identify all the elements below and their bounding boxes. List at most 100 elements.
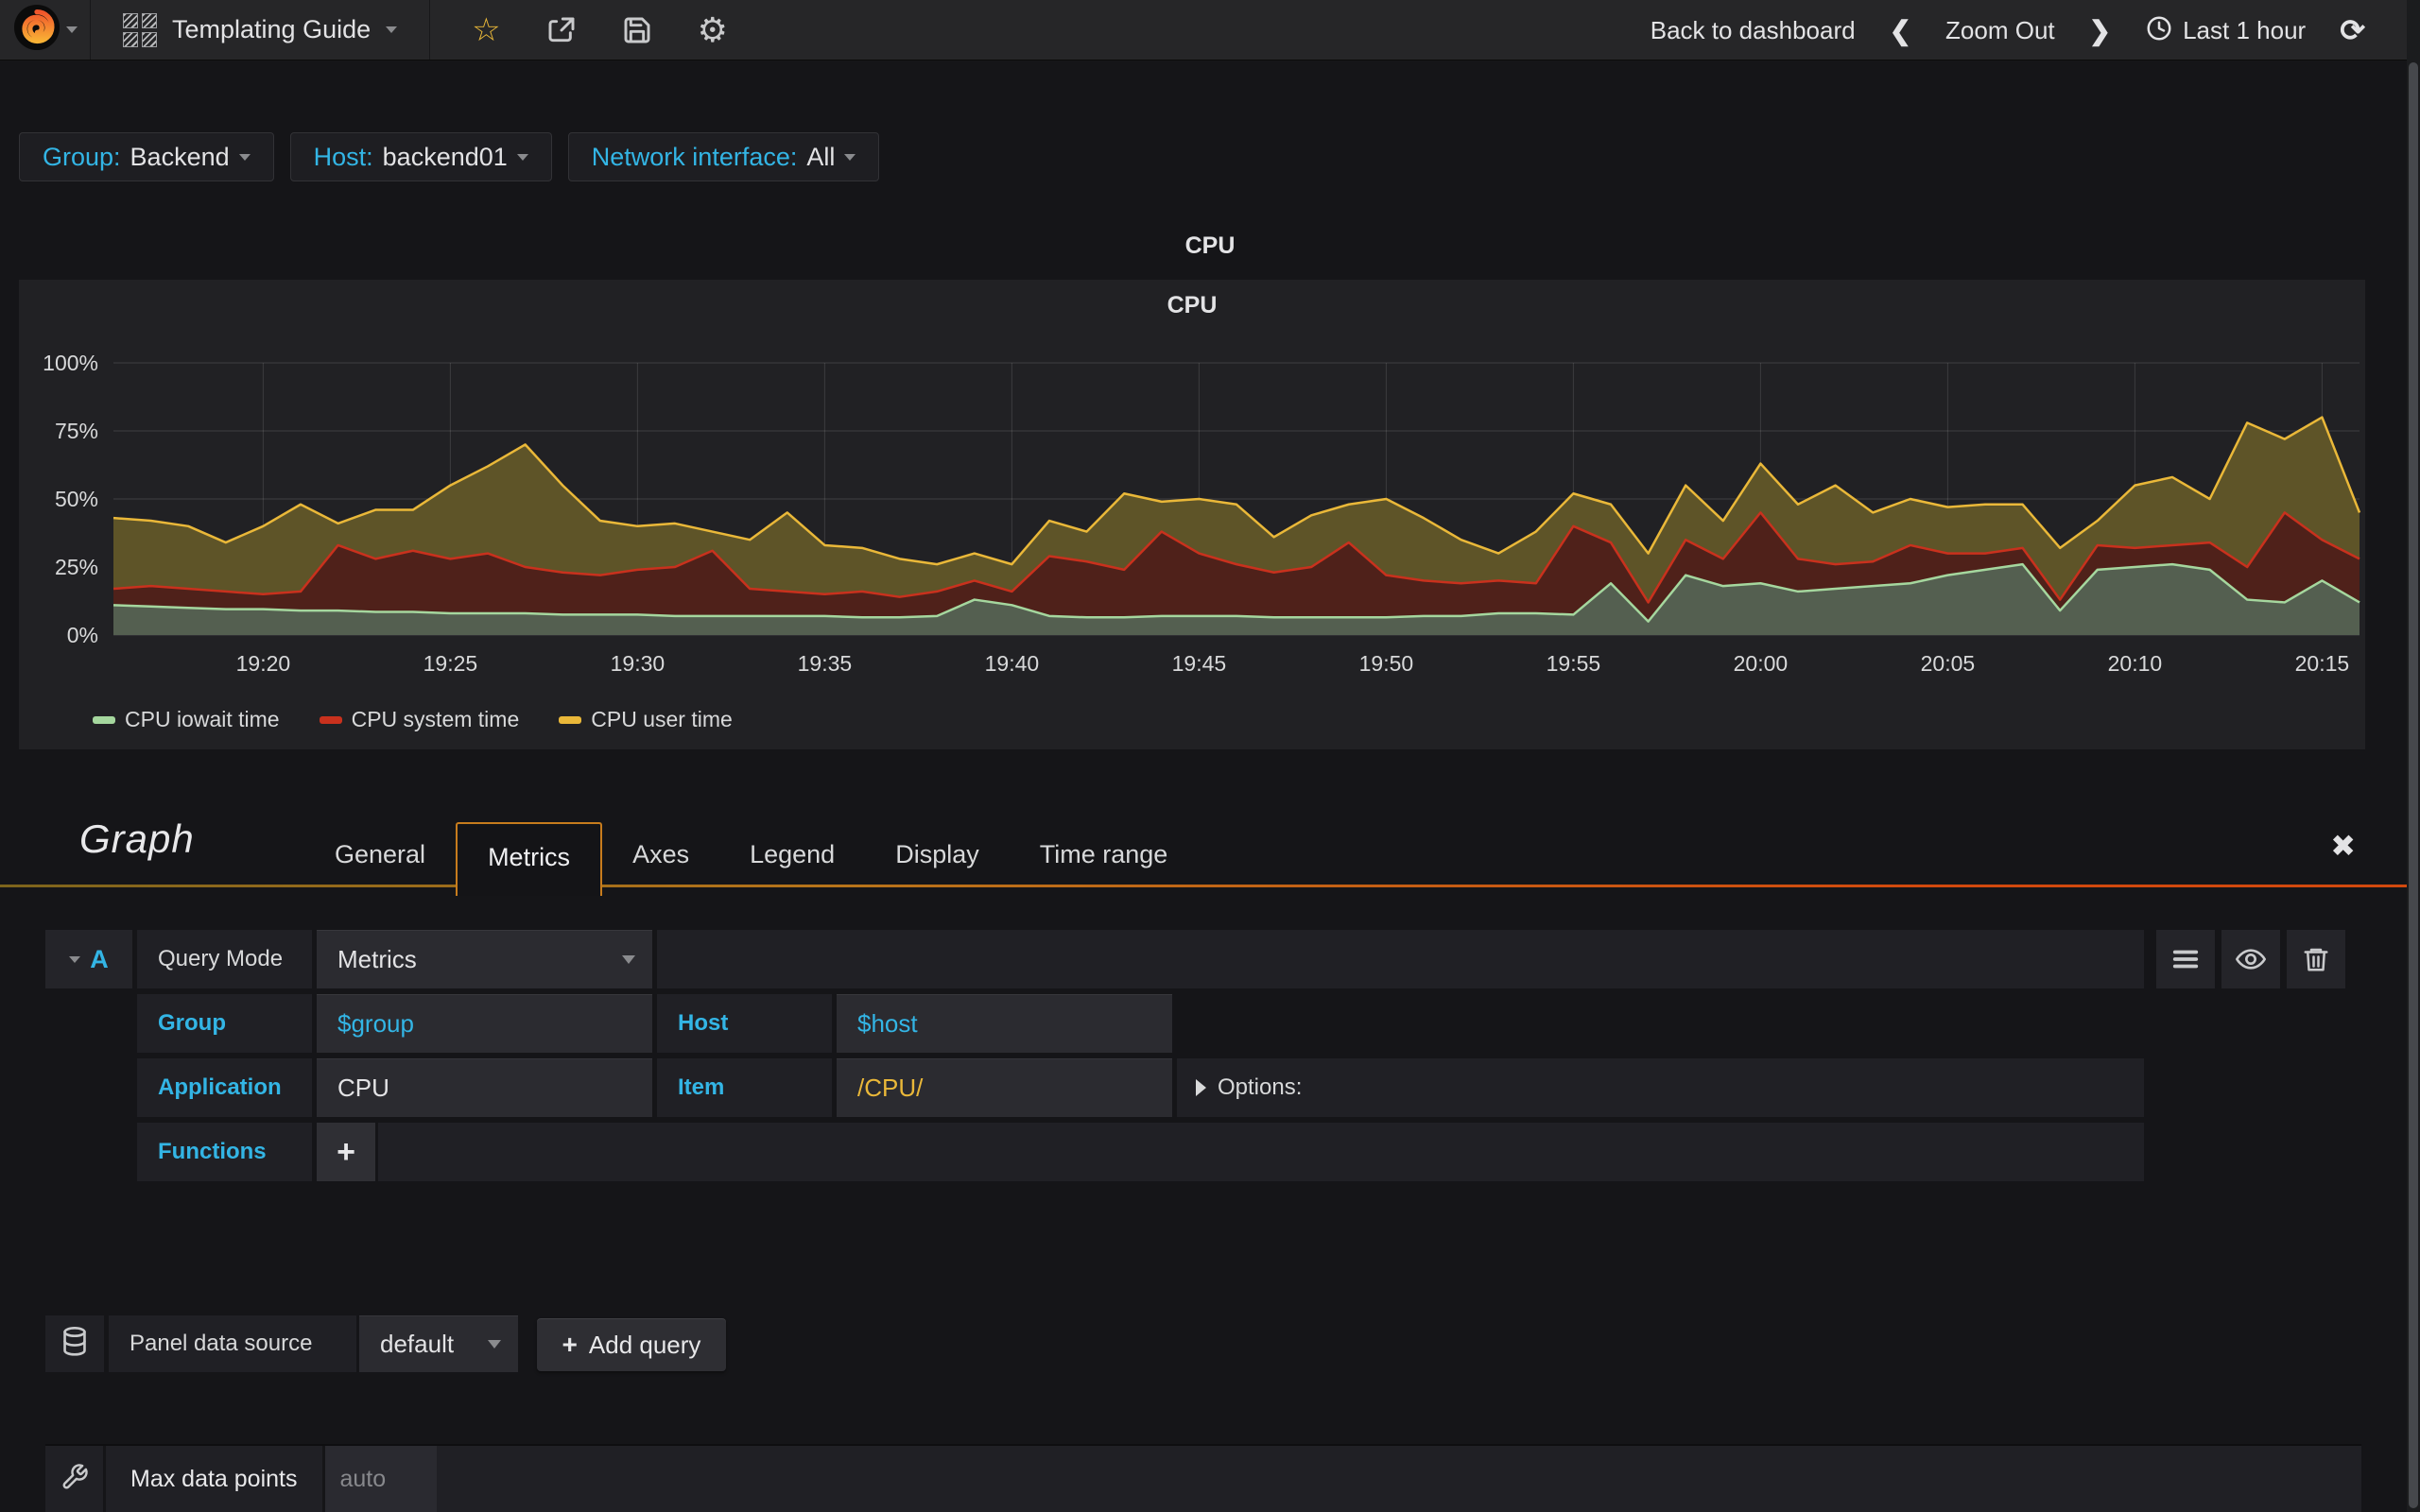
svg-text:20:05: 20:05 — [1921, 651, 1976, 676]
svg-text:100%: 100% — [43, 351, 98, 375]
dashboard-title: Templating Guide — [172, 15, 372, 43]
item-value: /CPU/ — [857, 1073, 924, 1102]
query-toggle-visibility-button[interactable] — [2221, 930, 2280, 988]
query-collapse-button[interactable]: A — [45, 930, 132, 988]
chart-legend: CPU iowait time CPU system time CPU user… — [93, 707, 733, 732]
time-shift-left-icon[interactable]: ❮ — [1890, 15, 1911, 46]
functions-row-filler — [378, 1123, 2144, 1181]
page-scrollbar[interactable] — [2407, 0, 2420, 1512]
tab-axes[interactable]: Axes — [602, 824, 719, 885]
variable-label: Network interface: — [591, 142, 798, 171]
svg-text:20:00: 20:00 — [1734, 651, 1789, 676]
application-label-cell: Application — [137, 1058, 312, 1117]
query-delete-button[interactable] — [2287, 930, 2345, 988]
group-label: Group — [158, 1010, 226, 1036]
tab-time-range[interactable]: Time range — [1010, 824, 1199, 885]
query-mode-value: Metrics — [337, 944, 417, 973]
time-picker[interactable]: Last 1 hour — [2145, 14, 2306, 47]
share-icon[interactable] — [546, 15, 577, 45]
svg-text:19:40: 19:40 — [985, 651, 1040, 676]
editor-accent-line — [0, 885, 2420, 887]
plus-icon: + — [562, 1330, 578, 1359]
cpu-stacked-area-chart[interactable]: 0% 25% 50% 75% 100% 19:20 19:25 19:30 19:35 19:40… — [19, 331, 2365, 701]
variable-label: Group: — [43, 142, 121, 171]
series-color-swatch — [319, 715, 342, 724]
save-icon[interactable] — [622, 15, 652, 45]
series-label: CPU system time — [351, 707, 520, 731]
tab-general[interactable]: General — [304, 824, 456, 885]
tab-metrics[interactable]: Metrics — [456, 822, 603, 896]
panel-title[interactable]: CPU — [19, 292, 2365, 319]
datasource-label: Panel data source — [130, 1331, 313, 1356]
query-row-filler — [657, 930, 2144, 988]
host-input[interactable]: $host — [837, 994, 1172, 1053]
star-icon[interactable]: ☆ — [472, 14, 500, 46]
datasource-select[interactable]: default — [359, 1315, 518, 1372]
variable-group-dropdown[interactable]: Group: Backend — [19, 132, 274, 181]
svg-text:50%: 50% — [55, 487, 98, 511]
host-value: $host — [857, 1008, 918, 1038]
time-range-label: Last 1 hour — [2183, 15, 2307, 44]
zoom-out-button[interactable]: Zoom Out — [1945, 16, 2055, 45]
svg-text:19:30: 19:30 — [611, 651, 666, 676]
options-toggle[interactable]: Options: — [1177, 1058, 2144, 1117]
chevron-down-icon — [516, 153, 528, 161]
application-label: Application — [158, 1074, 282, 1100]
datasource-label-cell: Panel data source — [109, 1315, 356, 1372]
dashboard-title-dropdown[interactable]: Templating Guide — [91, 0, 431, 60]
refresh-icon[interactable]: ⟳ — [2340, 12, 2365, 48]
scrollbar-thumb[interactable] — [2409, 62, 2418, 1508]
svg-text:19:25: 19:25 — [424, 651, 478, 676]
wrench-icon — [60, 1463, 89, 1496]
add-query-label: Add query — [588, 1330, 701, 1359]
svg-text:19:35: 19:35 — [798, 651, 853, 676]
template-variables-row: Group: Backend Host: backend01 Network i… — [19, 132, 880, 181]
wrench-icon-cell — [45, 1446, 106, 1512]
panel-editor-header: Graph General Metrics Axes Legend Displa… — [0, 803, 2420, 896]
chevron-down-icon — [386, 26, 398, 33]
group-value: $group — [337, 1008, 414, 1038]
grafana-menu[interactable] — [0, 0, 91, 60]
time-shift-right-icon[interactable]: ❯ — [2089, 15, 2111, 46]
options-label: Options: — [1218, 1074, 1303, 1100]
datasource-value: default — [380, 1329, 455, 1358]
variable-value: backend01 — [382, 142, 508, 171]
back-to-dashboard-link[interactable]: Back to dashboard — [1651, 16, 1856, 45]
legend-item[interactable]: CPU iowait time — [93, 707, 280, 732]
max-data-points-label: Max data points — [106, 1446, 325, 1512]
query-mode-label: Query Mode — [158, 946, 284, 971]
series-color-swatch — [93, 715, 115, 724]
query-mode-select[interactable]: Metrics — [317, 930, 652, 988]
svg-text:75%: 75% — [55, 419, 98, 443]
tab-legend[interactable]: Legend — [719, 824, 865, 885]
group-input[interactable]: $group — [317, 994, 652, 1053]
max-data-points-row: Max data points auto — [45, 1444, 2361, 1512]
query-menu-button[interactable] — [2156, 930, 2215, 988]
chevron-down-icon — [488, 1339, 501, 1349]
chevron-down-icon — [238, 153, 251, 161]
svg-text:19:50: 19:50 — [1359, 651, 1414, 676]
host-label: Host — [678, 1010, 729, 1036]
add-function-button[interactable]: + — [317, 1123, 375, 1181]
legend-item[interactable]: CPU system time — [319, 707, 520, 732]
gear-icon[interactable]: ⚙ — [698, 12, 728, 47]
application-input[interactable]: CPU — [317, 1058, 652, 1117]
grafana-logo-icon — [13, 4, 60, 56]
variable-value: Backend — [130, 142, 230, 171]
chevron-down-icon — [622, 954, 635, 964]
legend-item[interactable]: CPU user time — [559, 707, 733, 732]
add-query-button[interactable]: + Add query — [537, 1318, 726, 1371]
max-data-points-input[interactable]: auto — [324, 1446, 437, 1512]
item-input[interactable]: /CPU/ — [837, 1058, 1172, 1117]
query-letter: A — [90, 944, 109, 973]
close-icon[interactable]: ✖ — [2330, 828, 2356, 864]
variable-value: All — [806, 142, 836, 171]
variable-host-dropdown[interactable]: Host: backend01 — [289, 132, 552, 181]
dashboard-row-title: CPU — [1184, 232, 1236, 259]
dashboard-grid-icon — [123, 12, 157, 47]
variable-netif-dropdown[interactable]: Network interface: All — [567, 132, 880, 181]
chevron-down-icon — [844, 153, 856, 161]
tab-display[interactable]: Display — [865, 824, 1010, 885]
host-label-cell: Host — [657, 994, 832, 1053]
clock-icon — [2145, 14, 2173, 47]
